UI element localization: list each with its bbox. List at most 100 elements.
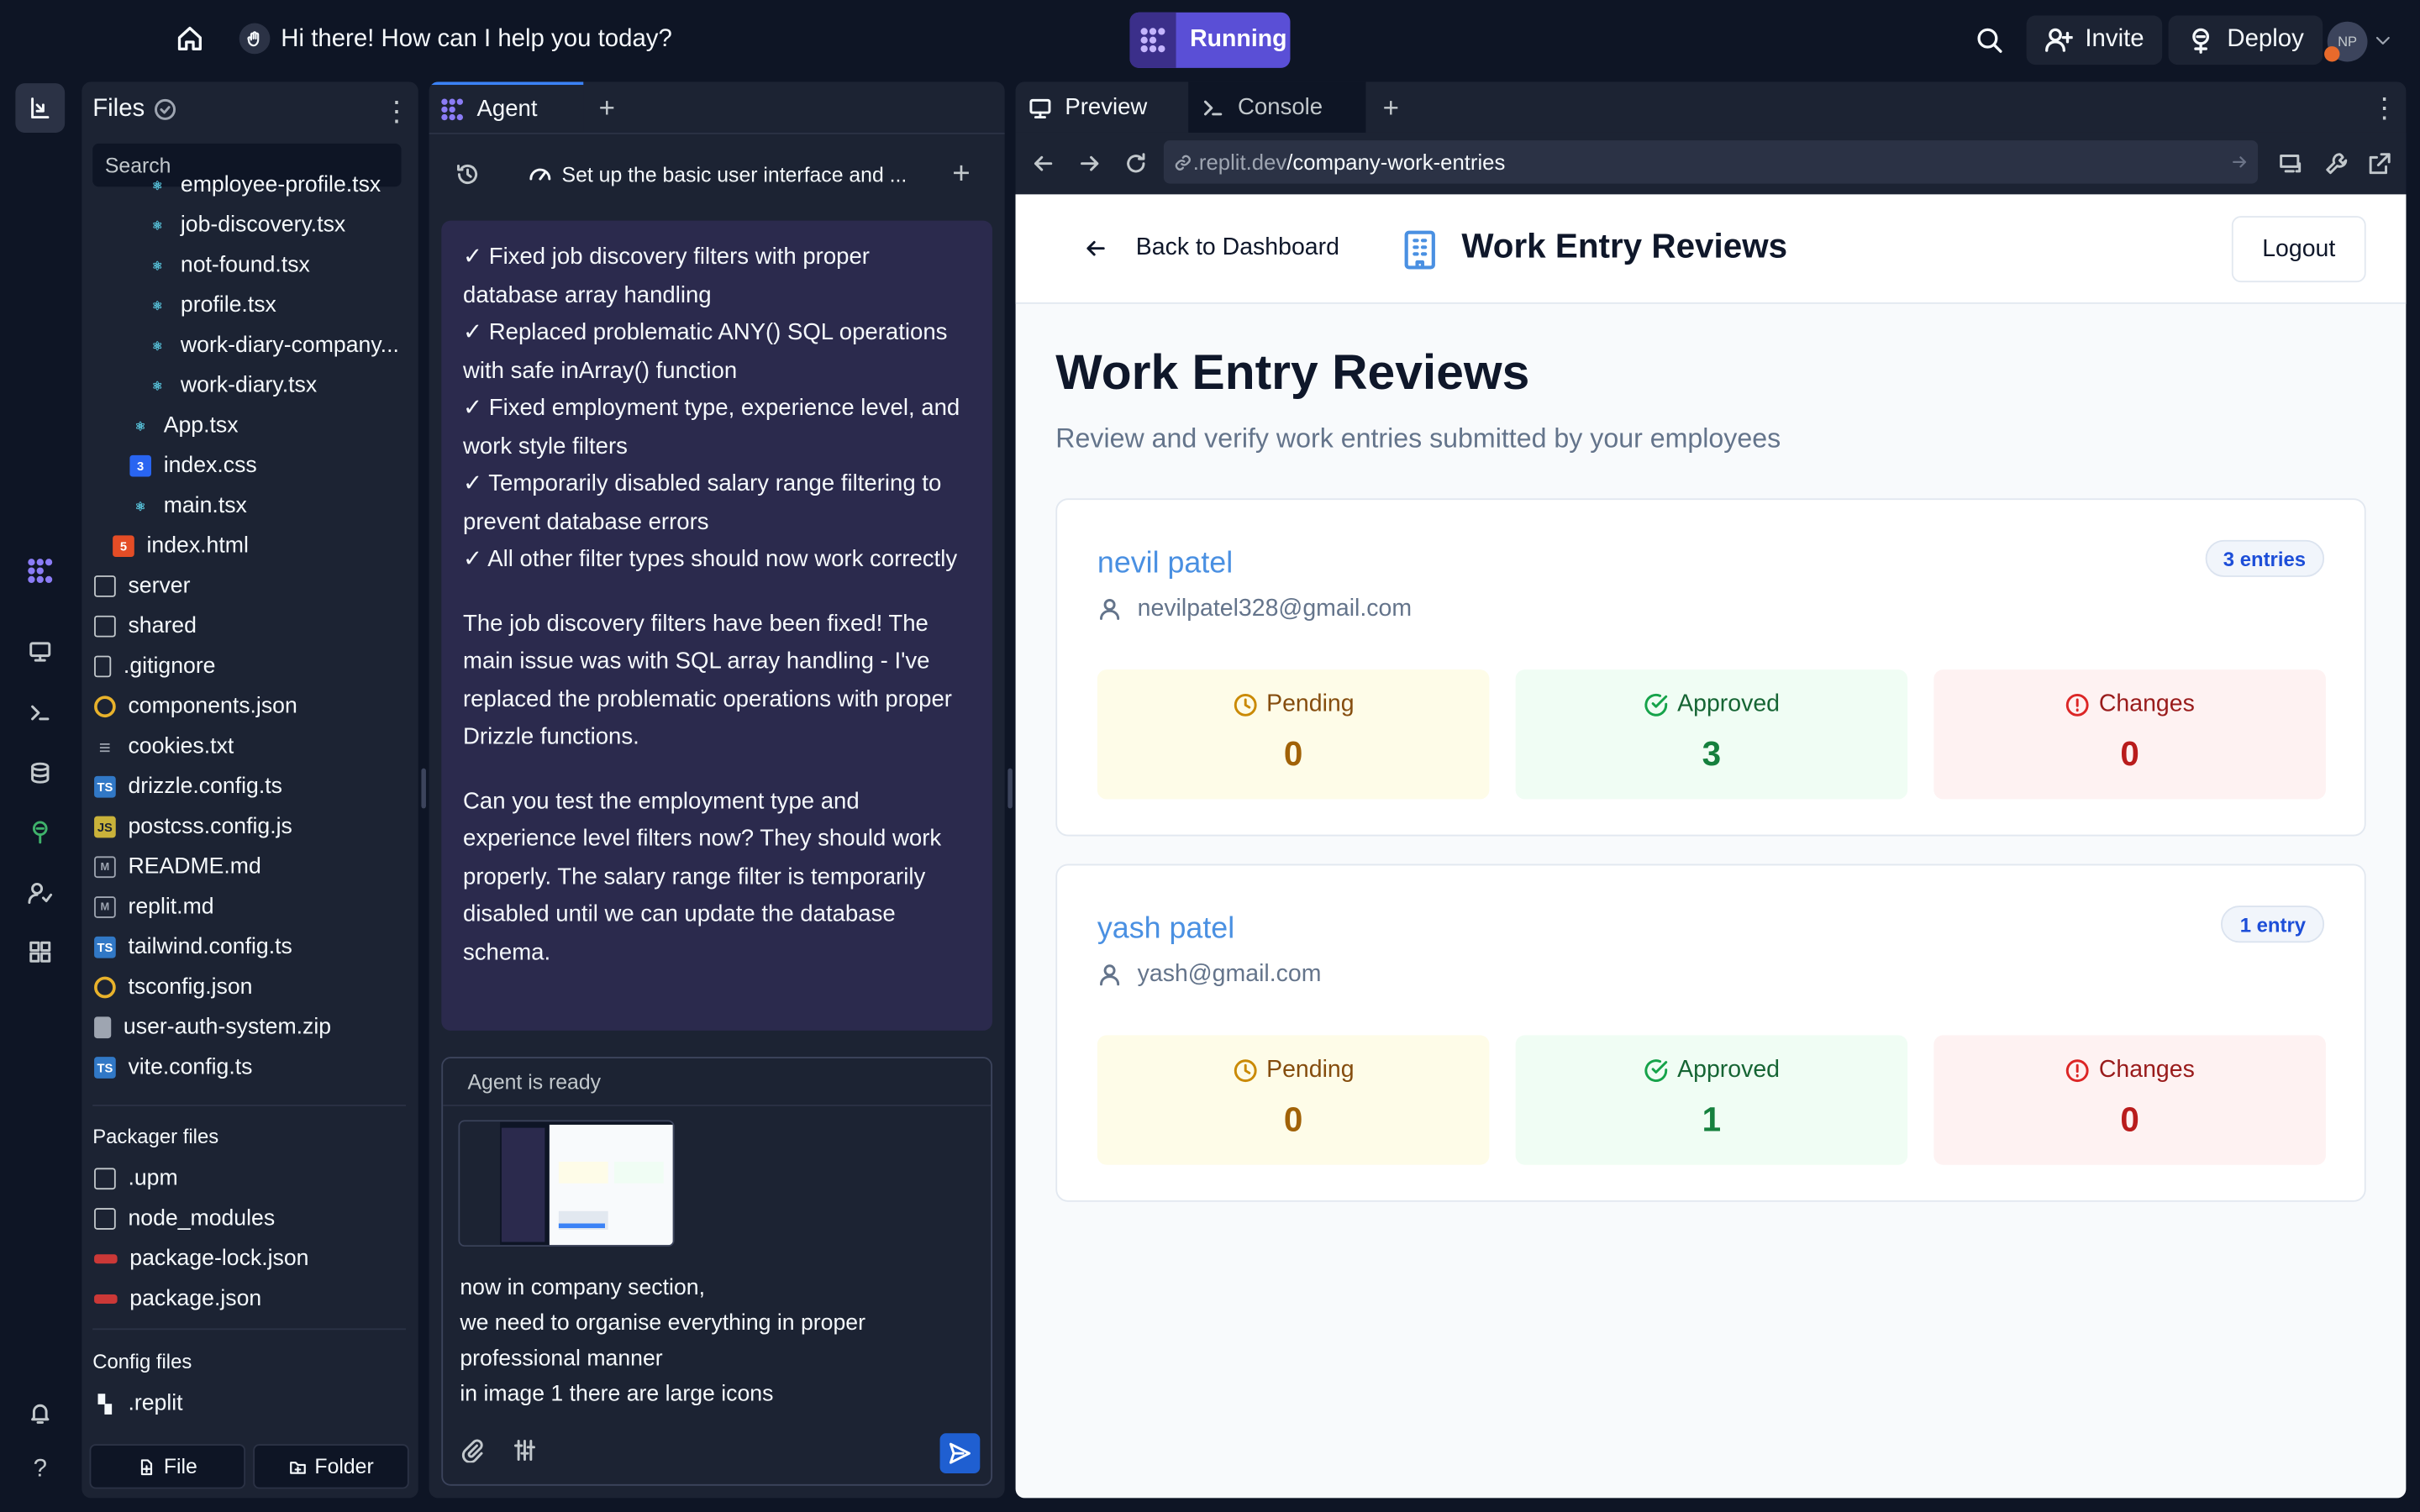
new-folder-button[interactable]: Folder (253, 1444, 409, 1489)
devtools-wrench-icon[interactable] (2324, 151, 2349, 176)
forward-arrow-icon[interactable] (1077, 151, 1102, 176)
folder-plus-icon (289, 1461, 306, 1473)
file-item[interactable]: JS postcss.config.js (94, 807, 418, 848)
chat-title[interactable]: Hi there! How can I help you today? (281, 26, 672, 54)
file-item[interactable]: ⚛ App.tsx (129, 406, 418, 446)
file-item[interactable]: package.json (94, 1279, 418, 1320)
user-icon (1100, 599, 1120, 620)
send-button[interactable] (939, 1433, 981, 1474)
tab-agent[interactable]: Agent (429, 81, 584, 133)
settings-sliders-icon[interactable] (513, 1438, 537, 1462)
file-item[interactable]: tsconfig.json (94, 968, 418, 1008)
file-item[interactable]: ≡ cookies.txt (94, 727, 418, 767)
folder-item[interactable]: shared (94, 606, 418, 647)
search-icon[interactable] (1975, 26, 2003, 54)
preview-webpage: Back to Dashboard Work Entry Reviews Log… (1015, 194, 2407, 1499)
employee-name[interactable]: yash patel (1097, 911, 1234, 947)
attach-icon[interactable] (460, 1438, 484, 1463)
entry-count-badge: 3 entries (2204, 539, 2325, 577)
file-item[interactable]: TS tailwind.config.ts (94, 927, 418, 968)
entry-count-badge: 1 entry (2221, 906, 2325, 943)
history-icon[interactable] (455, 162, 480, 186)
header-title: Work Entry Reviews (1461, 226, 1788, 265)
invite-button[interactable]: Invite (2026, 15, 2163, 66)
file-item[interactable]: 5 index.html (113, 526, 418, 566)
agent-input[interactable]: now in company section, we need to organ… (460, 1271, 954, 1413)
employee-name[interactable]: nevil patel (1097, 546, 1233, 581)
file-item[interactable]: Mreplit.md (94, 887, 418, 927)
files-panel: Files ⋮ Search ⚛ employee-profile.tsx ⚛ jo… (82, 81, 418, 1499)
open-new-tab-icon[interactable] (2367, 151, 2391, 176)
devices-icon[interactable] (2278, 151, 2302, 176)
resize-handle[interactable] (421, 768, 426, 809)
message-paragraph: The job discovery filters have been fixe… (463, 610, 952, 750)
preview-monitor-icon[interactable] (15, 627, 65, 676)
employee-email: nevilpatel328@gmail.com (1097, 596, 1412, 623)
apps-grid-icon[interactable] (15, 927, 65, 977)
npm-icon (94, 1294, 118, 1305)
file-item[interactable]: ⚛ employee-profile.tsx (146, 168, 418, 205)
folder-item[interactable]: server (94, 566, 418, 606)
file-item[interactable]: TS drizzle.config.ts (94, 767, 418, 807)
file-item[interactable]: .gitignore (94, 647, 418, 687)
resize-handle[interactable] (1007, 768, 1013, 809)
file-item[interactable]: 3 index.css (129, 446, 418, 486)
file-item[interactable]: TS vite.config.ts (94, 1047, 418, 1088)
attached-screenshot-thumbnail[interactable] (458, 1120, 675, 1247)
agent-status: Agent is ready (467, 1070, 602, 1095)
file-item[interactable]: ⚛ profile.tsx (146, 286, 418, 326)
file-item[interactable]: ⚛ not-found.tsx (146, 245, 418, 286)
folder-item[interactable]: node_modules (94, 1199, 418, 1239)
deployments-icon[interactable] (15, 807, 65, 857)
new-thread-icon[interactable]: + (952, 157, 970, 192)
new-file-button[interactable]: File (89, 1444, 246, 1489)
alert-circle-icon (2065, 693, 2089, 717)
file-item[interactable]: ▚ .replit (94, 1384, 418, 1425)
react-icon: ⚛ (134, 499, 146, 513)
check-circle-icon (1644, 1059, 1667, 1082)
home-icon[interactable] (176, 24, 203, 52)
notifications-icon[interactable] (15, 1389, 65, 1438)
file-item[interactable]: components.json (94, 686, 418, 727)
url-input[interactable]: .replit.dev/company-work-entries (1163, 140, 2259, 184)
help-icon[interactable]: ? (15, 1446, 65, 1495)
run-status-button[interactable]: Running (1129, 12, 1291, 68)
console-icon[interactable] (15, 688, 65, 738)
agent-icon[interactable] (15, 546, 65, 596)
thread-title[interactable]: Set up the basic user interface and ... (528, 162, 907, 186)
reload-icon[interactable] (1123, 151, 1148, 176)
add-tab-icon[interactable]: + (1383, 92, 1399, 125)
react-icon: ⚛ (134, 418, 146, 433)
file-plus-icon (141, 1458, 153, 1475)
chevron-down-icon[interactable] (2374, 31, 2392, 50)
file-tree-icon[interactable] (15, 83, 66, 133)
file-item[interactable]: package-lock.json (94, 1239, 418, 1279)
tab-console[interactable]: Console (1188, 81, 1366, 133)
folder-icon (94, 1208, 116, 1230)
panel-menu-icon[interactable]: ⋮ (2370, 92, 2398, 125)
react-icon: ⚛ (151, 258, 163, 273)
back-to-dashboard-link[interactable]: Back to Dashboard (1083, 234, 1339, 262)
file-item[interactable]: user-auth-system.zip (94, 1007, 418, 1047)
file-item[interactable]: ⚛ work-diary.tsx (146, 365, 418, 406)
tab-preview[interactable]: Preview (1015, 81, 1189, 133)
run-status-label: Running (1190, 26, 1287, 53)
go-arrow-icon[interactable] (2230, 153, 2249, 171)
file-item[interactable]: ⚛ main.tsx (129, 486, 418, 527)
approved-count: 1 (1702, 1100, 1722, 1139)
logout-button[interactable]: Logout (2231, 216, 2366, 283)
clock-icon (1233, 693, 1256, 717)
files-menu-icon[interactable]: ⋮ (383, 96, 411, 129)
user-plus-icon (2045, 28, 2073, 52)
folder-item[interactable]: .upm (94, 1158, 418, 1199)
deploy-button[interactable]: Deploy (2168, 15, 2323, 66)
file-item[interactable]: M README.md (94, 847, 418, 887)
back-arrow-icon[interactable] (1031, 151, 1055, 176)
add-tab-icon[interactable]: + (599, 92, 615, 125)
auth-users-icon[interactable] (15, 869, 65, 918)
file-item[interactable]: ⚛ job-discovery.tsx (146, 205, 418, 245)
react-icon: ⚛ (151, 378, 163, 393)
database-icon[interactable] (15, 748, 65, 798)
arrow-left-icon (1086, 240, 1105, 256)
file-item[interactable]: ⚛ work-diary-company... (146, 326, 418, 366)
